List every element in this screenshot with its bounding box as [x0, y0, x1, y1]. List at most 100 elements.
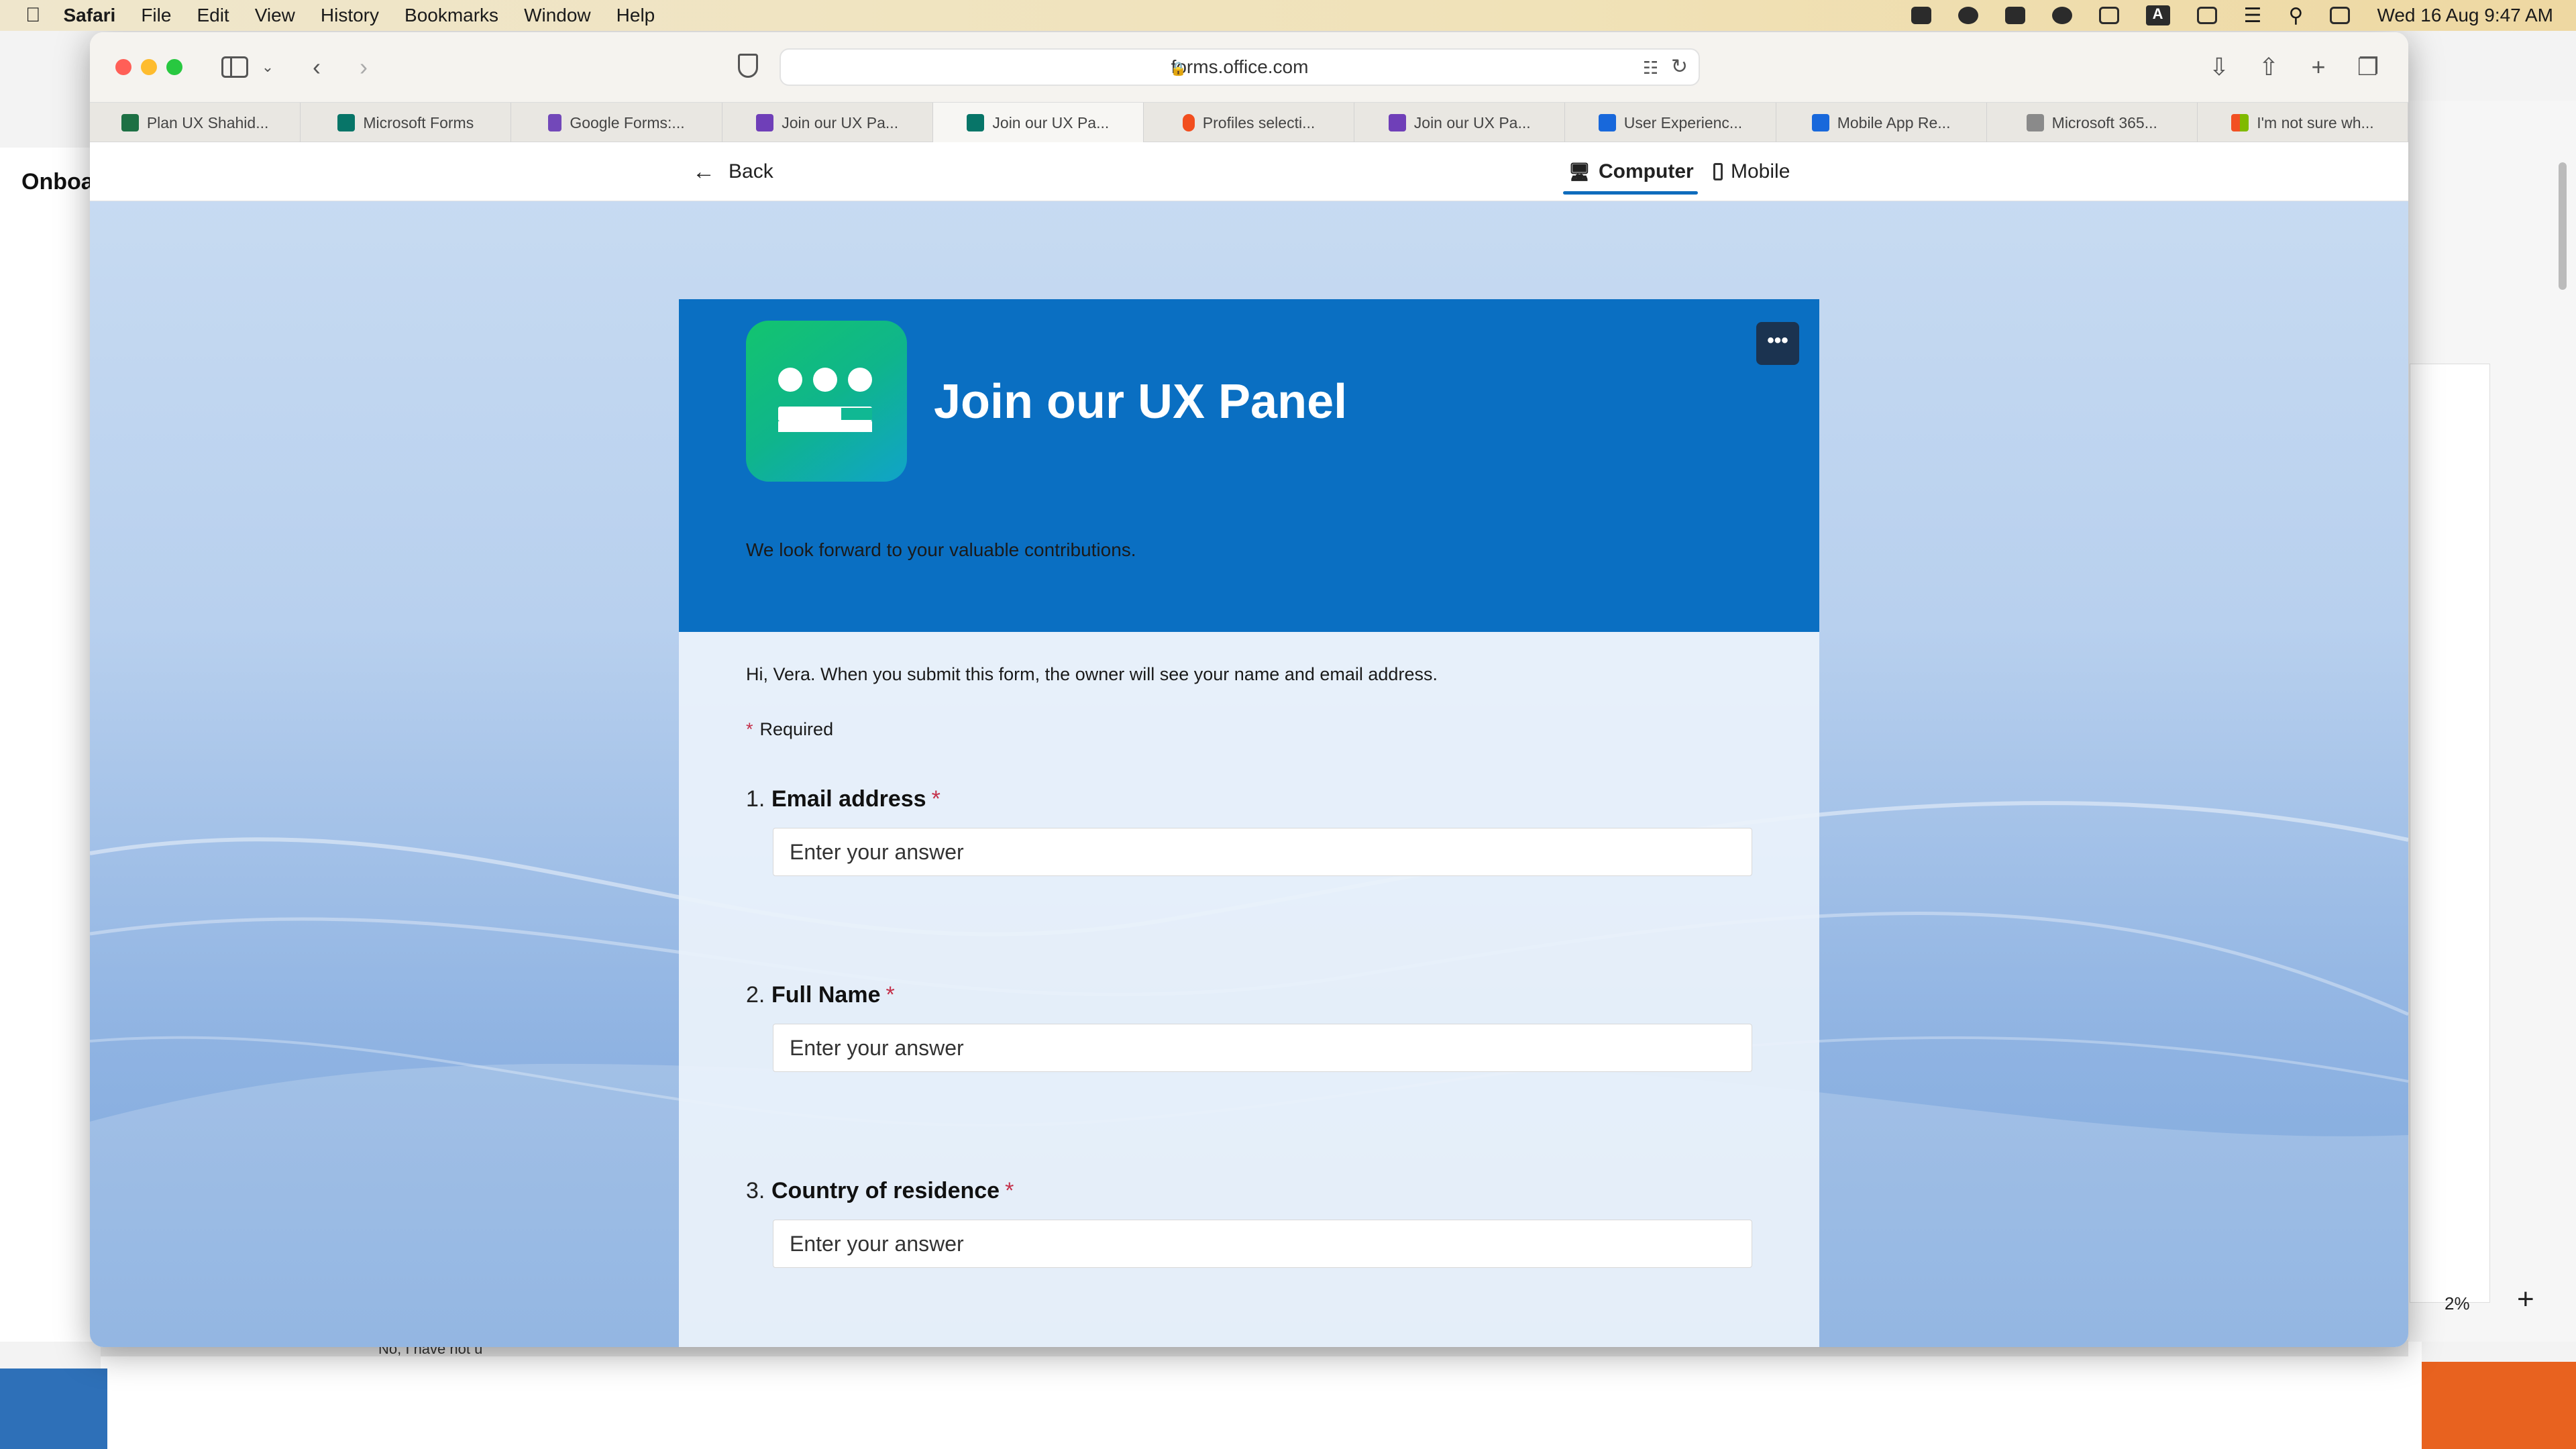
background-zoom-level: 2%	[2445, 1293, 2470, 1313]
tab-label: Google Forms:...	[570, 113, 685, 131]
arrow-left-icon: ←	[692, 158, 715, 184]
required-asterisk: *	[746, 719, 753, 739]
question-number: 2.	[746, 982, 765, 1008]
close-window-button[interactable]	[115, 59, 131, 75]
form-subtitle: We look forward to your valuable contrib…	[746, 539, 1136, 560]
tab-microsoft-365[interactable]: Microsoft 365...	[1987, 103, 2198, 143]
memory-status-icon[interactable]	[2098, 7, 2119, 24]
menu-edit[interactable]: Edit	[197, 5, 229, 26]
back-navigation-icon[interactable]: ‹	[303, 52, 330, 82]
form-logo-icon	[746, 321, 907, 482]
required-asterisk: *	[885, 982, 895, 1008]
new-tab-plus-icon[interactable]: +	[2304, 52, 2333, 82]
back-label: Back	[729, 160, 773, 182]
email-field[interactable]	[773, 828, 1752, 876]
excel-icon	[121, 114, 139, 131]
zoom-in-plus-icon[interactable]: +	[2517, 1283, 2534, 1316]
m-letter-icon	[2026, 114, 2044, 131]
back-button[interactable]: ← Back	[692, 142, 773, 201]
tab-label: Join our UX Pa...	[992, 113, 1110, 131]
tab-join-ux-panel-2[interactable]: Join our UX Pa...	[1354, 103, 1566, 143]
question-text: Email address	[771, 786, 926, 812]
menu-help[interactable]: Help	[616, 5, 655, 26]
tab-label: Join our UX Pa...	[782, 113, 899, 131]
menu-app-name[interactable]: Safari	[64, 5, 116, 26]
menu-history[interactable]: History	[321, 5, 379, 26]
chevron-down-icon[interactable]: ⌄	[258, 52, 278, 82]
background-window-title: Onboa	[21, 169, 94, 195]
url-text[interactable]: forms.office.com	[781, 50, 1699, 85]
background-scrollbar[interactable]	[2559, 162, 2567, 290]
minimize-window-button[interactable]	[141, 59, 157, 75]
tab-microsoft-forms[interactable]: Microsoft Forms	[301, 103, 512, 143]
tab-label: Plan UX Shahid...	[146, 113, 269, 131]
forward-navigation-icon[interactable]: ›	[350, 52, 377, 82]
confluence-icon	[1598, 114, 1616, 131]
tab-label: I'm not sure wh...	[2257, 113, 2374, 131]
more-options-button[interactable]: •••	[1756, 322, 1799, 365]
form-list-icon	[1388, 114, 1406, 131]
logo-bar	[778, 421, 872, 432]
tab-overview-icon[interactable]: ❐	[2353, 52, 2383, 82]
tab-im-not-sure[interactable]: I'm not sure wh...	[2198, 103, 2408, 143]
tab-join-ux-panel-1[interactable]: Join our UX Pa...	[722, 103, 933, 143]
outlook-status-icon[interactable]	[2004, 7, 2025, 24]
apple-menu-icon[interactable]: 	[25, 4, 41, 27]
logo-dot	[778, 368, 802, 392]
tab-label: Profiles selecti...	[1202, 113, 1316, 131]
tab-label: Microsoft Forms	[363, 113, 474, 131]
phone-icon	[1713, 163, 1723, 180]
menu-file[interactable]: File	[141, 5, 171, 26]
tab-computer-view[interactable]: 🖥 Computer	[1563, 142, 1698, 201]
background-right-window: 2% +	[2410, 101, 2576, 1342]
wifi-icon[interactable]: ☰	[2244, 4, 2262, 28]
logo-notch	[841, 408, 872, 420]
full-name-field[interactable]	[773, 1024, 1752, 1072]
tab-bar: Plan UX Shahid... Microsoft Forms Google…	[90, 102, 2408, 143]
logo-dot	[848, 368, 872, 392]
reload-icon[interactable]: ↻	[1671, 55, 1688, 78]
form-list-icon	[756, 114, 774, 131]
menu-view[interactable]: View	[255, 5, 295, 26]
tab-label: Join our UX Pa...	[1413, 113, 1531, 131]
question-label: Country of residence *	[771, 1178, 1014, 1204]
required-asterisk: *	[1005, 1178, 1014, 1203]
tab-label: Microsoft 365...	[2051, 113, 2157, 131]
figma-status-icon[interactable]	[1911, 7, 1931, 24]
menubar-clock[interactable]: Wed 16 Aug 9:47 AM	[2377, 5, 2553, 26]
tab-mobile-app-research[interactable]: Mobile App Re...	[1776, 103, 1987, 143]
sidebar-toggle-icon[interactable]	[221, 56, 248, 78]
tab-user-experience[interactable]: User Experienc...	[1565, 103, 1776, 143]
tab-profiles-selection[interactable]: Profiles selecti...	[1144, 103, 1355, 143]
share-icon[interactable]: ⇧	[2254, 52, 2284, 82]
google-forms-icon	[548, 114, 562, 131]
address-bar[interactable]: forms.office.com 🔒 ☷ ↻	[780, 48, 1700, 86]
spotlight-search-icon[interactable]: ⚲	[2288, 4, 2303, 28]
tab-label: Mobile App Re...	[1837, 113, 1951, 131]
creative-cloud-status-icon[interactable]	[2051, 7, 2072, 24]
tab-join-ux-panel-active[interactable]: Join our UX Pa...	[932, 103, 1144, 143]
downloads-icon[interactable]: ⇩	[2204, 52, 2234, 82]
privacy-shield-icon[interactable]	[738, 54, 758, 78]
background-left-window: Onboa	[0, 148, 97, 1342]
question-text: Country of residence	[771, 1178, 1000, 1203]
tab-plan-ux[interactable]: Plan UX Shahid...	[90, 103, 301, 143]
forms-icon	[337, 114, 356, 131]
form-card: Join our UX Panel We look forward to you…	[679, 299, 1819, 1347]
control-center-icon[interactable]	[2330, 7, 2351, 24]
country-field[interactable]	[773, 1220, 1752, 1268]
tab-google-forms[interactable]: Google Forms:...	[511, 103, 722, 143]
translate-icon[interactable]: ☷	[1643, 58, 1658, 78]
grammarly-status-icon[interactable]	[1957, 7, 1978, 24]
battery-icon[interactable]	[2196, 7, 2217, 24]
privacy-notice: Hi, Vera. When you submit this form, the…	[746, 664, 1438, 684]
required-label: Required	[759, 719, 834, 739]
question-label: Full Name *	[771, 982, 895, 1008]
menu-bookmarks[interactable]: Bookmarks	[405, 5, 498, 26]
keyboard-input-icon[interactable]: A	[2145, 5, 2170, 25]
zoom-window-button[interactable]	[166, 59, 182, 75]
tab-mobile-view[interactable]: Mobile	[1713, 142, 1790, 201]
confluence-icon	[1811, 114, 1829, 131]
menu-window[interactable]: Window	[524, 5, 591, 26]
question-text: Full Name	[771, 982, 881, 1008]
